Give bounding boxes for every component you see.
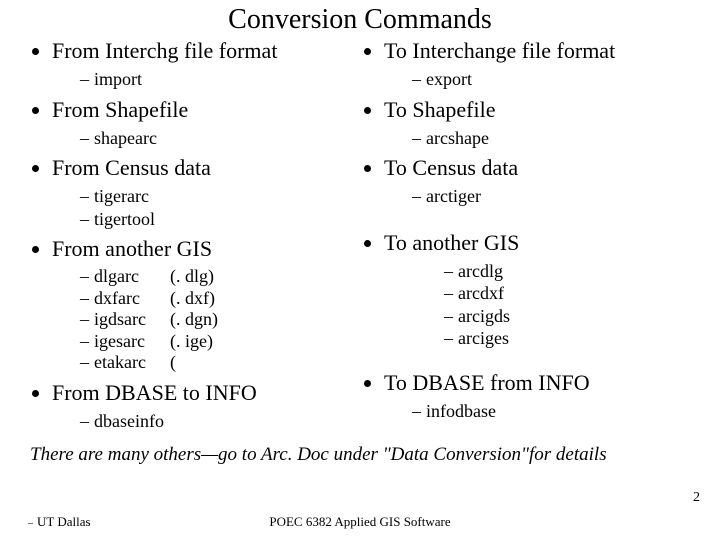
list-item: infodbase (412, 400, 692, 423)
list-item: arcdlg (444, 260, 692, 283)
right-list: To Interchange file format export To Sha… (360, 38, 692, 422)
list-item: tigerarc (80, 185, 360, 208)
bullet-from-dbase: From DBASE to INFO dbaseinfo (52, 380, 360, 433)
sublist-exts: (. dlg) (. dxf) (. dgn) (. ige) ( (170, 266, 218, 374)
heading: To DBASE from INFO (384, 370, 590, 396)
list-item: arcshape (412, 127, 692, 150)
sublist: shapearc (52, 127, 360, 150)
sublist-cmds: dlgarc dxfarc igdsarc igesarc etakarc (52, 266, 170, 374)
list-item: (. dgn) (170, 309, 218, 331)
heading: To Shapefile (384, 97, 495, 123)
sublist: import (52, 68, 360, 91)
bullet-to-shapefile: To Shapefile arcshape (384, 97, 692, 150)
list-item: shapearc (80, 127, 360, 150)
bullet-to-another-gis: To another GIS arcdlg arcdxf arcigds arc… (384, 230, 692, 350)
list-item: export (412, 68, 692, 91)
sublist: infodbase (384, 400, 692, 423)
list-item: import (80, 68, 360, 91)
list-item: (. dlg) (170, 266, 218, 288)
left-list: From Interchg file format import From Sh… (28, 38, 360, 432)
list-item: arcigds (444, 305, 692, 328)
list-item: arcdxf (444, 282, 692, 305)
sublist: export (384, 68, 692, 91)
heading: From Census data (52, 155, 211, 181)
list-item: dbaseinfo (80, 410, 360, 433)
bullet-to-census: To Census data arctiger (384, 155, 692, 208)
heading: To Census data (384, 155, 518, 181)
list-item: dxfarc (80, 288, 170, 310)
sublist: arctiger (384, 185, 692, 208)
list-item: igesarc (80, 331, 170, 353)
list-item: dlgarc (80, 266, 170, 288)
slide: Conversion Commands From Interchg file f… (0, 0, 720, 540)
two-column-layout: From Interchg file format import From Sh… (28, 38, 692, 438)
page-title: Conversion Commands (28, 4, 692, 36)
list-item: (. dxf) (170, 288, 218, 310)
bullet-to-dbase: To DBASE from INFO infodbase (384, 370, 692, 423)
list-item: (. ige) (170, 331, 218, 353)
sublist: tigerarc tigertool (52, 185, 360, 230)
page-number: 2 (693, 490, 700, 506)
sublist: dbaseinfo (52, 410, 360, 433)
footer: UT Dallas POEC 6382 Applied GIS Software (0, 514, 720, 530)
bullet-from-interchange: From Interchg file format import (52, 38, 360, 91)
heading: From another GIS (52, 236, 212, 262)
sublist: arcshape (384, 127, 692, 150)
bullet-from-shapefile: From Shapefile shapearc (52, 97, 360, 150)
sublist: arcdlg arcdxf arcigds arciges (384, 260, 692, 350)
list-item: etakarc (80, 352, 170, 374)
heading: From DBASE to INFO (52, 380, 257, 406)
list-item: arciges (444, 327, 692, 350)
heading: From Interchg file format (52, 38, 277, 64)
bullet-from-census: From Census data tigerarc tigertool (52, 155, 360, 230)
list-item: arctiger (412, 185, 692, 208)
footer-left: UT Dallas (28, 514, 91, 530)
list-item: ( (170, 352, 218, 374)
list-item: tigertool (80, 208, 360, 231)
list-item: igdsarc (80, 309, 170, 331)
heading: From Shapefile (52, 97, 188, 123)
column-right: To Interchange file format export To Sha… (360, 38, 692, 438)
heading: To another GIS (384, 230, 519, 256)
bullet-to-interchange: To Interchange file format export (384, 38, 692, 91)
footnote: There are many others—go to Arc. Doc und… (30, 444, 692, 466)
footer-center: POEC 6382 Applied GIS Software (0, 514, 720, 530)
column-left: From Interchg file format import From Sh… (28, 38, 360, 438)
bullet-from-another-gis: From another GIS dlgarc dxfarc igdsarc i… (52, 236, 360, 380)
heading: To Interchange file format (384, 38, 615, 64)
